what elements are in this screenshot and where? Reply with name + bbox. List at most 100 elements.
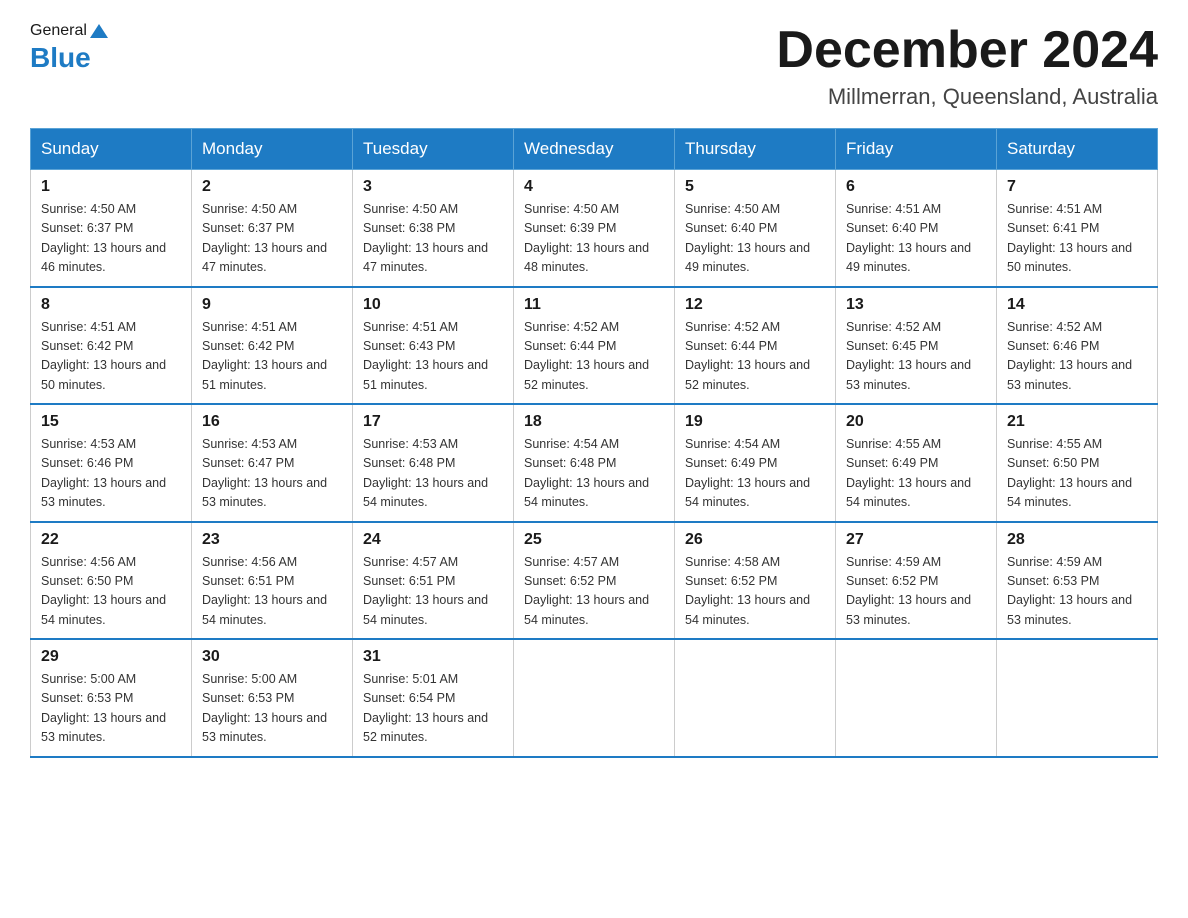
day-number: 12 [685, 296, 825, 314]
day-info: Sunrise: 4:51 AMSunset: 6:41 PMDaylight:… [1007, 202, 1132, 274]
day-info: Sunrise: 4:50 AMSunset: 6:40 PMDaylight:… [685, 202, 810, 274]
location-text: Millmerran, Queensland, Australia [776, 84, 1158, 110]
day-number: 8 [41, 296, 181, 314]
day-number: 7 [1007, 178, 1147, 196]
day-number: 17 [363, 413, 503, 431]
day-number: 3 [363, 178, 503, 196]
day-info: Sunrise: 4:51 AMSunset: 6:42 PMDaylight:… [41, 320, 166, 392]
calendar-cell: 4 Sunrise: 4:50 AMSunset: 6:39 PMDayligh… [514, 170, 675, 287]
day-info: Sunrise: 4:51 AMSunset: 6:43 PMDaylight:… [363, 320, 488, 392]
day-info: Sunrise: 4:53 AMSunset: 6:48 PMDaylight:… [363, 437, 488, 509]
day-info: Sunrise: 4:50 AMSunset: 6:37 PMDaylight:… [41, 202, 166, 274]
calendar-cell: 20 Sunrise: 4:55 AMSunset: 6:49 PMDaylig… [836, 404, 997, 522]
calendar-cell: 14 Sunrise: 4:52 AMSunset: 6:46 PMDaylig… [997, 287, 1158, 405]
day-number: 16 [202, 413, 342, 431]
calendar-week-row: 22 Sunrise: 4:56 AMSunset: 6:50 PMDaylig… [31, 522, 1158, 640]
calendar-week-row: 15 Sunrise: 4:53 AMSunset: 6:46 PMDaylig… [31, 404, 1158, 522]
weekday-header-sunday: Sunday [31, 129, 192, 170]
calendar-cell: 21 Sunrise: 4:55 AMSunset: 6:50 PMDaylig… [997, 404, 1158, 522]
day-info: Sunrise: 4:59 AMSunset: 6:52 PMDaylight:… [846, 555, 971, 627]
day-info: Sunrise: 4:54 AMSunset: 6:49 PMDaylight:… [685, 437, 810, 509]
logo-arrow-icon [88, 20, 110, 42]
day-number: 19 [685, 413, 825, 431]
logo-general-text: General [30, 22, 87, 40]
day-number: 13 [846, 296, 986, 314]
day-info: Sunrise: 4:56 AMSunset: 6:51 PMDaylight:… [202, 555, 327, 627]
calendar-cell: 7 Sunrise: 4:51 AMSunset: 6:41 PMDayligh… [997, 170, 1158, 287]
day-info: Sunrise: 4:56 AMSunset: 6:50 PMDaylight:… [41, 555, 166, 627]
day-info: Sunrise: 4:55 AMSunset: 6:50 PMDaylight:… [1007, 437, 1132, 509]
calendar-cell: 16 Sunrise: 4:53 AMSunset: 6:47 PMDaylig… [192, 404, 353, 522]
calendar-cell: 25 Sunrise: 4:57 AMSunset: 6:52 PMDaylig… [514, 522, 675, 640]
day-number: 25 [524, 531, 664, 549]
calendar-cell: 17 Sunrise: 4:53 AMSunset: 6:48 PMDaylig… [353, 404, 514, 522]
calendar-cell: 3 Sunrise: 4:50 AMSunset: 6:38 PMDayligh… [353, 170, 514, 287]
calendar-cell: 27 Sunrise: 4:59 AMSunset: 6:52 PMDaylig… [836, 522, 997, 640]
logo: General Blue [30, 20, 111, 74]
day-info: Sunrise: 4:50 AMSunset: 6:37 PMDaylight:… [202, 202, 327, 274]
calendar-cell: 1 Sunrise: 4:50 AMSunset: 6:37 PMDayligh… [31, 170, 192, 287]
weekday-header-row: SundayMondayTuesdayWednesdayThursdayFrid… [31, 129, 1158, 170]
day-number: 21 [1007, 413, 1147, 431]
calendar-cell: 24 Sunrise: 4:57 AMSunset: 6:51 PMDaylig… [353, 522, 514, 640]
calendar-cell: 11 Sunrise: 4:52 AMSunset: 6:44 PMDaylig… [514, 287, 675, 405]
calendar-cell: 26 Sunrise: 4:58 AMSunset: 6:52 PMDaylig… [675, 522, 836, 640]
calendar-cell: 12 Sunrise: 4:52 AMSunset: 6:44 PMDaylig… [675, 287, 836, 405]
calendar-cell: 10 Sunrise: 4:51 AMSunset: 6:43 PMDaylig… [353, 287, 514, 405]
day-number: 22 [41, 531, 181, 549]
day-info: Sunrise: 4:53 AMSunset: 6:46 PMDaylight:… [41, 437, 166, 509]
day-number: 23 [202, 531, 342, 549]
day-info: Sunrise: 4:50 AMSunset: 6:38 PMDaylight:… [363, 202, 488, 274]
day-number: 9 [202, 296, 342, 314]
calendar-cell: 6 Sunrise: 4:51 AMSunset: 6:40 PMDayligh… [836, 170, 997, 287]
month-title: December 2024 [776, 20, 1158, 80]
day-number: 4 [524, 178, 664, 196]
weekday-header-monday: Monday [192, 129, 353, 170]
day-info: Sunrise: 5:00 AMSunset: 6:53 PMDaylight:… [41, 672, 166, 744]
day-number: 15 [41, 413, 181, 431]
day-info: Sunrise: 4:54 AMSunset: 6:48 PMDaylight:… [524, 437, 649, 509]
weekday-header-wednesday: Wednesday [514, 129, 675, 170]
calendar-cell: 5 Sunrise: 4:50 AMSunset: 6:40 PMDayligh… [675, 170, 836, 287]
calendar-cell: 18 Sunrise: 4:54 AMSunset: 6:48 PMDaylig… [514, 404, 675, 522]
day-number: 31 [363, 648, 503, 666]
calendar-cell: 19 Sunrise: 4:54 AMSunset: 6:49 PMDaylig… [675, 404, 836, 522]
calendar-cell [997, 639, 1158, 757]
day-info: Sunrise: 4:52 AMSunset: 6:44 PMDaylight:… [685, 320, 810, 392]
calendar-week-row: 1 Sunrise: 4:50 AMSunset: 6:37 PMDayligh… [31, 170, 1158, 287]
calendar-cell: 31 Sunrise: 5:01 AMSunset: 6:54 PMDaylig… [353, 639, 514, 757]
day-info: Sunrise: 4:52 AMSunset: 6:45 PMDaylight:… [846, 320, 971, 392]
day-info: Sunrise: 4:50 AMSunset: 6:39 PMDaylight:… [524, 202, 649, 274]
calendar-table: SundayMondayTuesdayWednesdayThursdayFrid… [30, 128, 1158, 758]
day-info: Sunrise: 5:01 AMSunset: 6:54 PMDaylight:… [363, 672, 488, 744]
day-info: Sunrise: 4:58 AMSunset: 6:52 PMDaylight:… [685, 555, 810, 627]
day-number: 6 [846, 178, 986, 196]
calendar-week-row: 29 Sunrise: 5:00 AMSunset: 6:53 PMDaylig… [31, 639, 1158, 757]
calendar-cell [514, 639, 675, 757]
day-info: Sunrise: 4:52 AMSunset: 6:46 PMDaylight:… [1007, 320, 1132, 392]
day-info: Sunrise: 4:53 AMSunset: 6:47 PMDaylight:… [202, 437, 327, 509]
calendar-cell: 2 Sunrise: 4:50 AMSunset: 6:37 PMDayligh… [192, 170, 353, 287]
day-info: Sunrise: 4:55 AMSunset: 6:49 PMDaylight:… [846, 437, 971, 509]
day-number: 27 [846, 531, 986, 549]
calendar-cell [836, 639, 997, 757]
weekday-header-saturday: Saturday [997, 129, 1158, 170]
calendar-cell: 23 Sunrise: 4:56 AMSunset: 6:51 PMDaylig… [192, 522, 353, 640]
day-info: Sunrise: 4:57 AMSunset: 6:52 PMDaylight:… [524, 555, 649, 627]
calendar-cell: 22 Sunrise: 4:56 AMSunset: 6:50 PMDaylig… [31, 522, 192, 640]
title-section: December 2024 Millmerran, Queensland, Au… [776, 20, 1158, 110]
day-number: 11 [524, 296, 664, 314]
weekday-header-friday: Friday [836, 129, 997, 170]
day-info: Sunrise: 4:59 AMSunset: 6:53 PMDaylight:… [1007, 555, 1132, 627]
calendar-week-row: 8 Sunrise: 4:51 AMSunset: 6:42 PMDayligh… [31, 287, 1158, 405]
calendar-cell: 9 Sunrise: 4:51 AMSunset: 6:42 PMDayligh… [192, 287, 353, 405]
page-header: General Blue December 2024 Millmerran, Q… [30, 20, 1158, 110]
logo-blue-text: Blue [30, 42, 91, 74]
weekday-header-thursday: Thursday [675, 129, 836, 170]
weekday-header-tuesday: Tuesday [353, 129, 514, 170]
day-info: Sunrise: 4:51 AMSunset: 6:40 PMDaylight:… [846, 202, 971, 274]
day-info: Sunrise: 5:00 AMSunset: 6:53 PMDaylight:… [202, 672, 327, 744]
calendar-cell: 28 Sunrise: 4:59 AMSunset: 6:53 PMDaylig… [997, 522, 1158, 640]
day-number: 5 [685, 178, 825, 196]
day-number: 20 [846, 413, 986, 431]
